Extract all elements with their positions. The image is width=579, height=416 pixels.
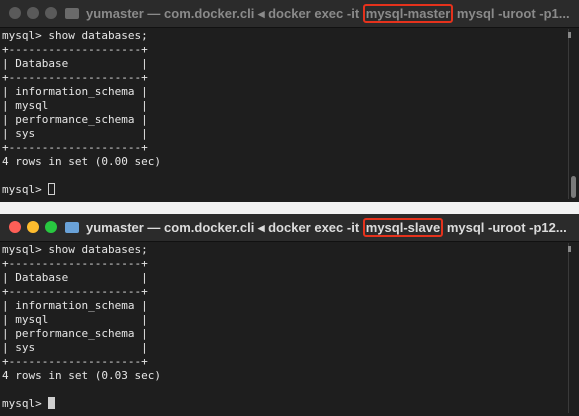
output-line: | performance_schema |	[2, 327, 148, 340]
output-line: | mysql |	[2, 99, 148, 112]
minimize-icon[interactable]	[27, 7, 39, 19]
terminal-window-slave[interactable]: yumaster — com.docker.cli ◂ docker exec …	[0, 214, 579, 416]
window-title: yumaster — com.docker.cli ◂ docker exec …	[86, 214, 576, 241]
output-line: 4 rows in set (0.03 sec)	[2, 369, 161, 382]
cursor	[48, 183, 56, 195]
output-line: mysql> show databases;	[2, 243, 148, 256]
title-suffix: mysql -uroot -p12...	[443, 220, 567, 235]
zoom-icon[interactable]	[45, 221, 57, 233]
minimize-icon[interactable]	[27, 221, 39, 233]
terminal-window-master[interactable]: yumaster — com.docker.cli ◂ docker exec …	[0, 0, 579, 202]
output-line: +--------------------+	[2, 285, 148, 298]
scroll-marker	[568, 32, 571, 38]
output-line: | information_schema |	[2, 299, 148, 312]
title-suffix: mysql -uroot -p1...	[453, 6, 570, 21]
folder-icon	[65, 8, 79, 19]
output-line: | information_schema |	[2, 85, 148, 98]
output-line: +--------------------+	[2, 355, 148, 368]
output-line: +--------------------+	[2, 141, 148, 154]
folder-icon	[65, 222, 79, 233]
window-title: yumaster — com.docker.cli ◂ docker exec …	[86, 0, 576, 27]
scroll-marker	[568, 246, 571, 252]
title-bar[interactable]: yumaster — com.docker.cli ◂ docker exec …	[0, 214, 579, 242]
close-icon[interactable]	[9, 221, 21, 233]
output-line: 4 rows in set (0.00 sec)	[2, 155, 161, 168]
close-icon[interactable]	[9, 7, 21, 19]
output-line: | Database |	[2, 57, 148, 70]
title-highlight: mysql-master	[362, 4, 454, 23]
output-line: | Database |	[2, 271, 148, 284]
title-prefix: yumaster — com.docker.cli ◂ docker exec …	[86, 220, 363, 235]
output-line: | sys |	[2, 341, 148, 354]
output-line: mysql> show databases;	[2, 29, 148, 42]
scrollbar-thumb[interactable]	[571, 176, 576, 198]
output-line: | performance_schema |	[2, 113, 148, 126]
output-line: | mysql |	[2, 313, 148, 326]
output-line: +--------------------+	[2, 43, 148, 56]
prompt: mysql>	[2, 183, 49, 196]
scroll-track	[568, 29, 569, 199]
output-line: +--------------------+	[2, 71, 148, 84]
terminal-output[interactable]: mysql> show databases; +----------------…	[2, 243, 562, 411]
terminal-output[interactable]: mysql> show databases; +----------------…	[2, 29, 562, 197]
title-prefix: yumaster — com.docker.cli ◂ docker exec …	[86, 6, 363, 21]
output-line: | sys |	[2, 127, 148, 140]
prompt: mysql>	[2, 397, 49, 410]
zoom-icon[interactable]	[45, 7, 57, 19]
output-line: +--------------------+	[2, 257, 148, 270]
scroll-track	[568, 243, 569, 413]
title-highlight: mysql-slave	[362, 218, 444, 237]
title-bar[interactable]: yumaster — com.docker.cli ◂ docker exec …	[0, 0, 579, 28]
cursor	[48, 397, 56, 409]
